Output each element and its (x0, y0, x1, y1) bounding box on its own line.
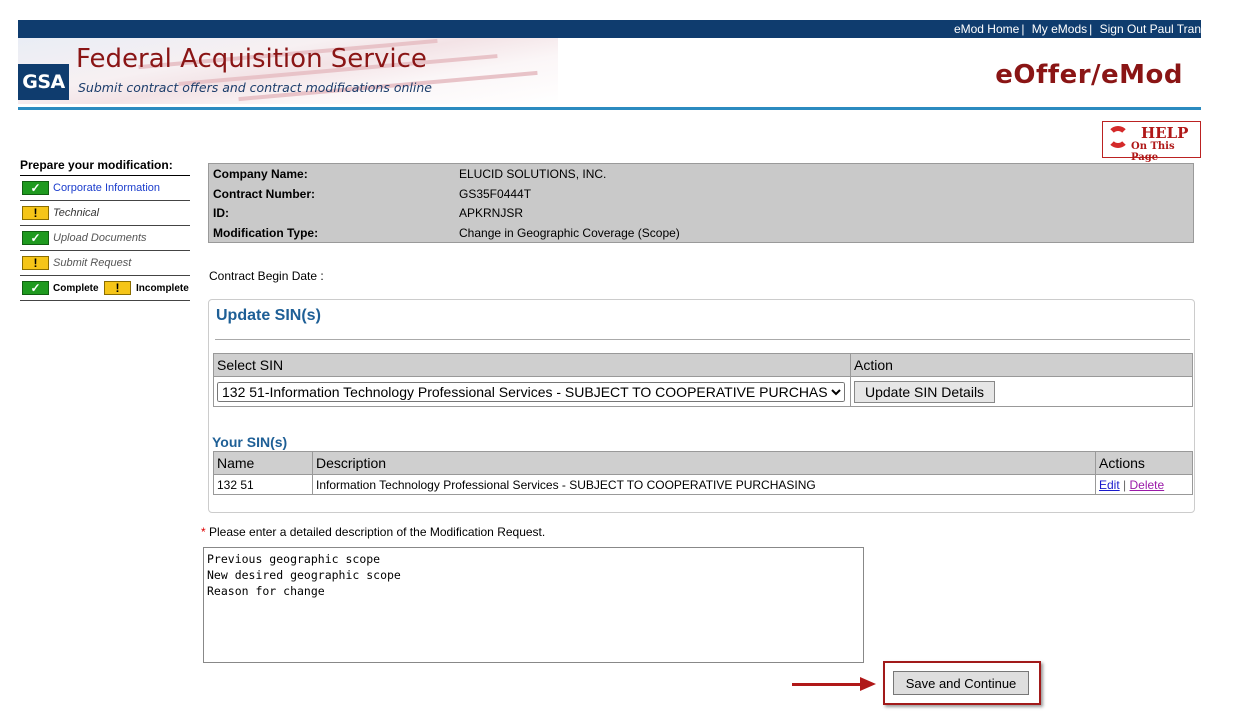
select-sin-table: Select SIN Action 132 51-Information Tec… (213, 353, 1193, 407)
progress-sidebar: Prepare your modification: ✓ Corporate I… (20, 158, 190, 301)
column-header-description: Description (312, 451, 1096, 475)
contract-info-box: Company Name: ELUCID SOLUTIONS, INC. Cont… (208, 163, 1194, 243)
company-name-value: ELUCID SOLUTIONS, INC. (459, 167, 607, 181)
action-cell: Update SIN Details (850, 376, 1193, 407)
arrow-pointer-icon (792, 683, 862, 686)
site-subtitle: Submit contract offers and contract modi… (78, 80, 432, 95)
select-sin-cell: 132 51-Information Technology Profession… (213, 376, 851, 407)
description-label-text: Please enter a detailed description of t… (209, 525, 546, 539)
contract-number-label: Contract Number: (213, 187, 316, 201)
sidebar-step-submit-request[interactable]: ! Submit Request (20, 251, 190, 276)
arrow-head-icon (860, 677, 876, 691)
separator: | (1089, 22, 1093, 36)
my-emods-link[interactable]: My eMods (1032, 22, 1087, 36)
panel-title: Update SIN(s) (216, 307, 321, 324)
modification-type-value: Change in Geographic Coverage (Scope) (459, 226, 680, 240)
sin-description-cell: Information Technology Professional Serv… (312, 474, 1096, 495)
sin-select[interactable]: 132 51-Information Technology Profession… (217, 381, 845, 402)
modification-description-textarea[interactable]: Previous geographic scope New desired ge… (203, 547, 864, 663)
emod-home-link[interactable]: eMod Home (954, 22, 1019, 36)
id-label: ID: (213, 206, 229, 220)
company-name-label: Company Name: (213, 167, 308, 181)
help-sublabel: On This Page (1131, 141, 1175, 163)
header-divider (18, 107, 1201, 110)
separator: | (1021, 22, 1025, 36)
step-label: Technical (53, 207, 100, 219)
save-and-continue-button[interactable]: Save and Continue (893, 671, 1029, 695)
legend-incomplete: Incomplete (136, 283, 189, 294)
status-legend: ✓ Complete ! Incomplete (20, 276, 190, 301)
check-icon: ✓ (22, 231, 49, 245)
column-header-actions: Actions (1095, 451, 1193, 475)
your-sins-title: Your SIN(s) (212, 434, 288, 450)
sign-out-link[interactable]: Sign Out Paul Tran (1100, 22, 1201, 36)
warning-icon: ! (22, 256, 49, 270)
your-sins-table: Name Description Actions 132 51 Informat… (213, 451, 1193, 495)
sidebar-step-upload-documents[interactable]: ✓ Upload Documents (20, 226, 190, 251)
top-navigation-bar: eMod Home | My eMods | Sign Out Paul Tran (18, 20, 1201, 38)
legend-complete: Complete (53, 283, 99, 294)
gsa-logo[interactable]: GSA (18, 64, 69, 100)
required-marker: * (201, 525, 206, 539)
check-icon: ✓ (22, 281, 49, 295)
step-label: Corporate Information (53, 182, 160, 194)
step-label: Submit Request (53, 257, 132, 269)
site-title: Federal Acquisition Service (76, 44, 427, 74)
edit-link[interactable]: Edit (1099, 478, 1120, 492)
help-on-this-page-button[interactable]: HELP On This Page (1102, 121, 1201, 163)
lifebuoy-icon (1107, 126, 1129, 148)
sin-actions-cell: Edit | Delete (1095, 474, 1193, 495)
select-sin-header: Select SIN (213, 353, 851, 377)
sin-name-cell: 132 51 (213, 474, 313, 495)
warning-icon: ! (22, 206, 49, 220)
delete-link[interactable]: Delete (1130, 478, 1165, 492)
help-label: HELP (1141, 124, 1189, 142)
step-label: Upload Documents (53, 232, 147, 244)
contract-begin-date-label: Contract Begin Date : (209, 269, 324, 283)
panel-divider (215, 339, 1190, 340)
app-name: eOffer/eMod (995, 60, 1183, 90)
check-icon: ✓ (22, 181, 49, 195)
sidebar-step-corporate-information[interactable]: ✓ Corporate Information (20, 176, 190, 201)
sidebar-step-technical[interactable]: ! Technical (20, 201, 190, 226)
action-header: Action (850, 353, 1193, 377)
id-value: APKRNJSR (459, 206, 524, 220)
update-sin-details-button[interactable]: Update SIN Details (854, 380, 996, 403)
sidebar-title: Prepare your modification: (20, 158, 190, 176)
description-label: * Please enter a detailed description of… (201, 525, 545, 539)
update-sins-panel: Update SIN(s) Select SIN Action 132 51-I… (208, 299, 1195, 513)
top-links: eMod Home | My eMods | Sign Out Paul Tran (954, 22, 1201, 36)
modification-type-label: Modification Type: (213, 226, 319, 240)
contract-number-value: GS35F0444T (459, 187, 532, 201)
table-row: 132 51 Information Technology Profession… (213, 474, 1193, 495)
column-header-name: Name (213, 451, 313, 475)
warning-icon: ! (104, 281, 131, 295)
